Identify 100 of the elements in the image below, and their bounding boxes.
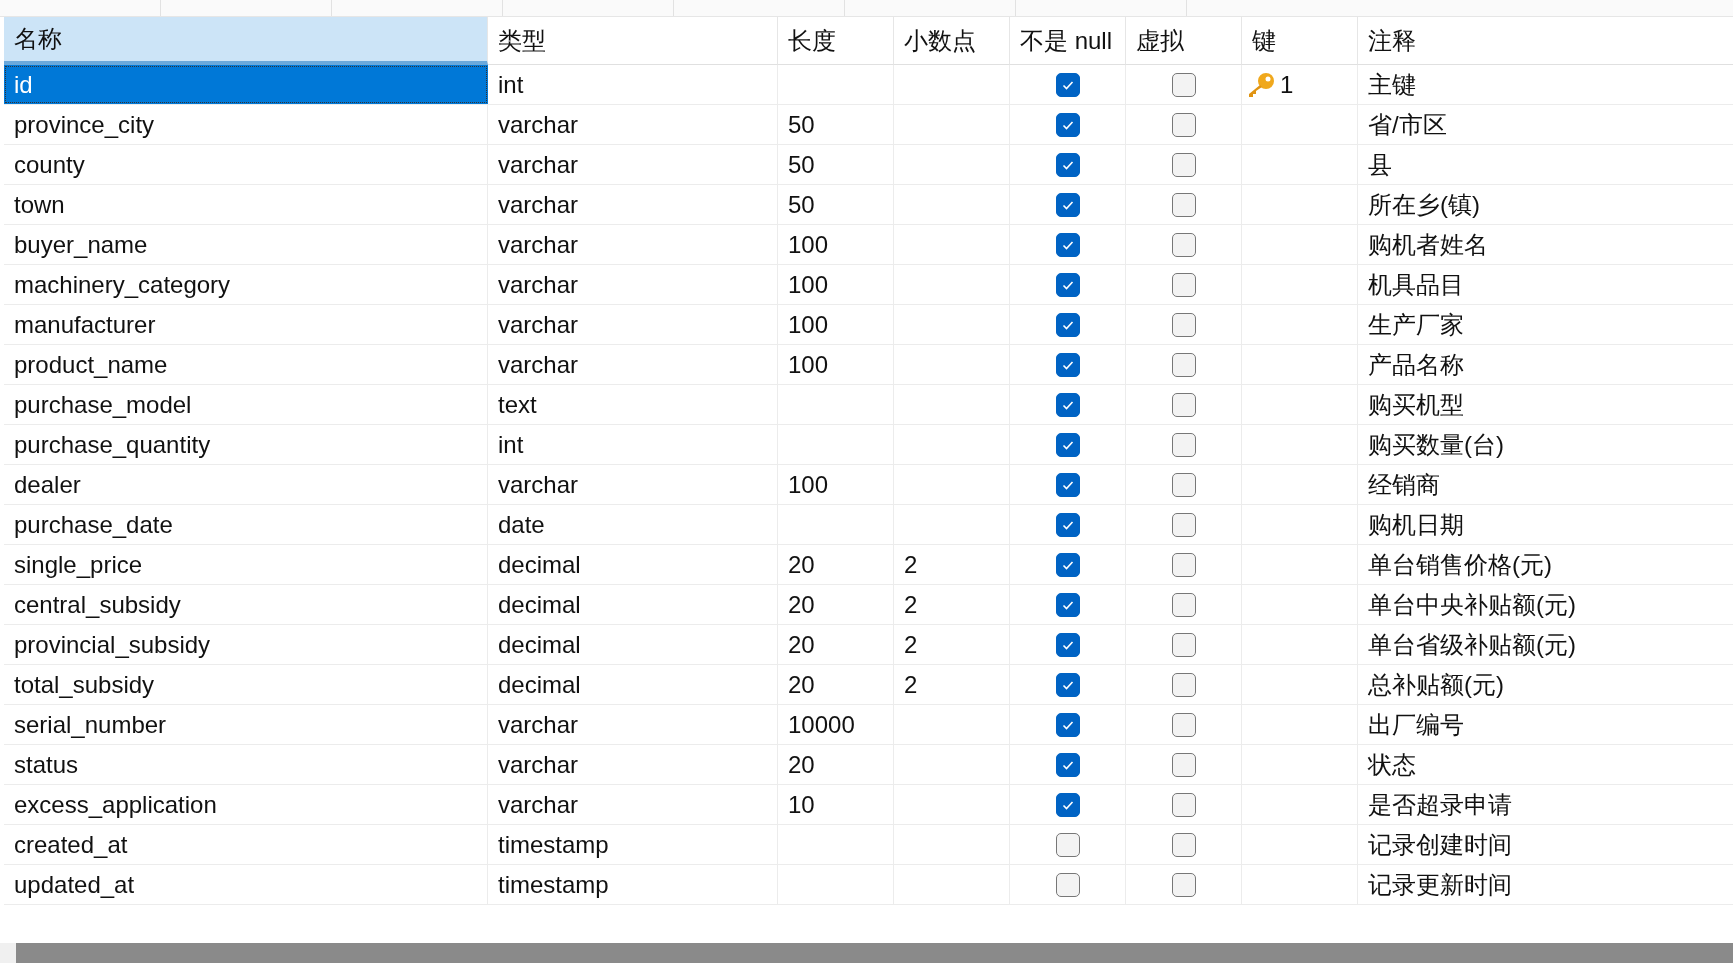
checkbox[interactable] — [1056, 152, 1080, 177]
checkbox[interactable] — [1172, 592, 1196, 617]
checkbox[interactable] — [1056, 232, 1080, 257]
checkbox[interactable] — [1172, 392, 1196, 417]
table-cell: varchar — [498, 150, 579, 179]
checkbox[interactable] — [1172, 672, 1196, 697]
checkbox[interactable] — [1172, 112, 1196, 137]
table-cell-text: 总补贴额(元) — [1368, 669, 1504, 700]
checkbox[interactable] — [1172, 472, 1196, 497]
checkbox[interactable] — [1056, 592, 1080, 617]
checkbox[interactable] — [1172, 712, 1196, 737]
table-cell-text: 单台省级补贴额(元) — [1368, 629, 1576, 660]
table-cell-text: 记录创建时间 — [1368, 829, 1512, 860]
checkbox[interactable] — [1172, 432, 1196, 457]
checkbox[interactable] — [1172, 352, 1196, 377]
table-cell[interactable]: purchase_quantity — [4, 425, 488, 464]
checkbox[interactable] — [1056, 352, 1080, 377]
checkbox[interactable] — [1056, 472, 1080, 497]
key-number: 1 — [1280, 70, 1294, 99]
table-cell: 20 — [788, 670, 815, 699]
checkbox[interactable] — [1056, 512, 1080, 537]
checkbox[interactable] — [1172, 152, 1196, 177]
table-cell: 2 — [904, 630, 918, 659]
table-cell: timestamp — [498, 830, 609, 859]
table-cell-text: 单台中央补贴额(元) — [1368, 589, 1576, 620]
table-cell-text: 主键 — [1368, 69, 1416, 100]
checkbox[interactable] — [1172, 232, 1196, 257]
column-header[interactable]: 小数点 — [894, 17, 1010, 65]
column-header[interactable]: 名称 — [4, 17, 488, 65]
table-cell-text: 记录更新时间 — [1368, 869, 1512, 900]
checkbox[interactable] — [1056, 192, 1080, 217]
table-cell-text: 购买数量(台) — [1368, 429, 1504, 460]
checkbox[interactable] — [1056, 552, 1080, 577]
checkbox[interactable] — [1172, 272, 1196, 297]
checkbox[interactable] — [1056, 752, 1080, 777]
checkbox[interactable] — [1172, 192, 1196, 217]
table-cell[interactable]: province_city — [4, 105, 488, 144]
table-cell[interactable]: id — [4, 65, 488, 104]
table-cell[interactable]: product_name — [4, 345, 488, 384]
table-cell[interactable]: dealer — [4, 465, 488, 504]
column-header[interactable]: 虚拟 — [1126, 17, 1242, 65]
table-cell[interactable]: status — [4, 745, 488, 784]
table-cell-text: 产品名称 — [1368, 349, 1464, 380]
table-cell-text: 购机者姓名 — [1368, 229, 1488, 260]
checkbox[interactable] — [1172, 832, 1196, 857]
checkbox[interactable] — [1172, 792, 1196, 817]
scrollbar-thumb[interactable] — [16, 943, 1733, 963]
table-cell: varchar — [498, 270, 579, 299]
table-cell: varchar — [498, 350, 579, 379]
checkbox[interactable] — [1056, 632, 1080, 657]
checkbox[interactable] — [1172, 872, 1196, 897]
table-cell: 50 — [788, 110, 815, 139]
table-cell[interactable]: excess_application — [4, 785, 488, 824]
table-cell[interactable]: buyer_name — [4, 225, 488, 264]
table-cell[interactable]: serial_number — [4, 705, 488, 744]
table-cell-text: 状态 — [1368, 749, 1416, 780]
table-cell[interactable]: updated_at — [4, 865, 488, 904]
table-cell[interactable]: central_subsidy — [4, 585, 488, 624]
checkbox[interactable] — [1056, 832, 1080, 857]
checkbox[interactable] — [1172, 72, 1196, 97]
table-cell[interactable]: created_at — [4, 825, 488, 864]
checkbox[interactable] — [1172, 632, 1196, 657]
table-cell[interactable]: purchase_date — [4, 505, 488, 544]
checkbox[interactable] — [1056, 312, 1080, 337]
table-cell[interactable]: manufacturer — [4, 305, 488, 344]
table-cell[interactable]: purchase_model — [4, 385, 488, 424]
checkbox[interactable] — [1056, 112, 1080, 137]
checkbox[interactable] — [1056, 712, 1080, 737]
checkbox[interactable] — [1172, 312, 1196, 337]
checkbox[interactable] — [1056, 272, 1080, 297]
checkbox[interactable] — [1172, 512, 1196, 537]
table-cell: 50 — [788, 150, 815, 179]
table-cell[interactable]: provincial_subsidy — [4, 625, 488, 664]
checkbox[interactable] — [1056, 792, 1080, 817]
checkbox[interactable] — [1056, 872, 1080, 897]
checkbox[interactable] — [1056, 672, 1080, 697]
table-cell-text: 所在乡(镇) — [1368, 189, 1480, 220]
checkbox[interactable] — [1172, 552, 1196, 577]
checkbox[interactable] — [1056, 392, 1080, 417]
column-header[interactable]: 键 — [1242, 17, 1358, 65]
table-cell: decimal — [498, 630, 581, 659]
table-cell-text: 出厂编号 — [1368, 709, 1464, 740]
table-cell: varchar — [498, 110, 579, 139]
checkbox[interactable] — [1172, 752, 1196, 777]
table-cell-text: 单台销售价格(元) — [1368, 549, 1552, 580]
column-header[interactable]: 类型 — [488, 17, 778, 65]
table-cell: 2 — [904, 550, 918, 579]
table-cell[interactable]: total_subsidy — [4, 665, 488, 704]
table-cell-text: 县 — [1368, 149, 1392, 180]
table-cell[interactable]: county — [4, 145, 488, 184]
table-cell[interactable]: single_price — [4, 545, 488, 584]
checkbox[interactable] — [1056, 432, 1080, 457]
column-header[interactable]: 不是 null — [1010, 17, 1126, 65]
table-cell: 20 — [788, 590, 815, 619]
column-header[interactable]: 长度 — [778, 17, 894, 65]
checkbox[interactable] — [1056, 72, 1080, 97]
table-cell[interactable]: machinery_category — [4, 265, 488, 304]
table-cell-text: 生产厂家 — [1368, 309, 1464, 340]
table-cell: 2 — [904, 590, 918, 619]
table-cell[interactable]: town — [4, 185, 488, 224]
